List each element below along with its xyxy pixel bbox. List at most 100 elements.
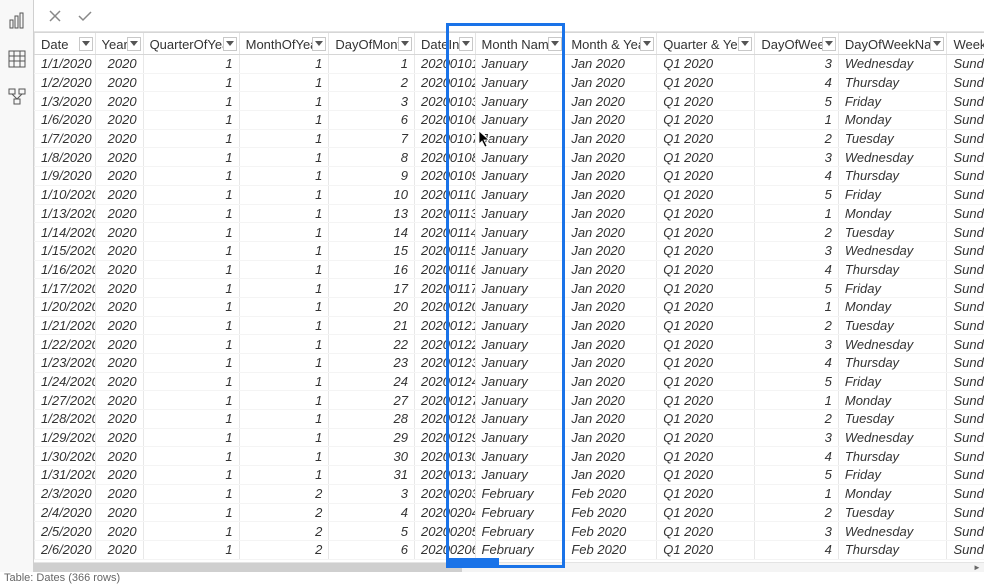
- cell-myear[interactable]: Feb 2020: [565, 540, 657, 559]
- cell-date[interactable]: 1/8/2020: [35, 148, 96, 167]
- cell-dow[interactable]: 2: [755, 223, 839, 242]
- cell-moy[interactable]: 2: [239, 540, 329, 559]
- cell-qoy[interactable]: 1: [143, 391, 239, 410]
- cell-dow[interactable]: 5: [755, 279, 839, 298]
- cell-dom[interactable]: 3: [329, 484, 415, 503]
- cell-moy[interactable]: 1: [239, 391, 329, 410]
- cell-dint[interactable]: 20200124: [415, 372, 476, 391]
- filter-dropdown-icon[interactable]: [640, 37, 654, 51]
- cell-year[interactable]: 2020: [95, 372, 143, 391]
- cell-qoy[interactable]: 1: [143, 522, 239, 541]
- cell-myear[interactable]: Jan 2020: [565, 372, 657, 391]
- table-row[interactable]: 2/5/2020202012520200205FebruaryFeb 2020Q…: [35, 522, 984, 541]
- cell-downame[interactable]: Friday: [838, 185, 947, 204]
- cell-mname[interactable]: January: [475, 428, 565, 447]
- table-row[interactable]: 2/6/2020202012620200206FebruaryFeb 2020Q…: [35, 540, 984, 559]
- cell-qyear[interactable]: Q1 2020: [657, 297, 755, 316]
- cell-myear[interactable]: Jan 2020: [565, 410, 657, 429]
- scroll-thumb[interactable]: [34, 563, 462, 572]
- cell-date[interactable]: 1/6/2020: [35, 111, 96, 130]
- cell-weekend[interactable]: Sunday, Janu: [947, 354, 984, 373]
- cell-qyear[interactable]: Q1 2020: [657, 223, 755, 242]
- cell-qoy[interactable]: 1: [143, 466, 239, 485]
- cell-dow[interactable]: 2: [755, 410, 839, 429]
- cell-dow[interactable]: 5: [755, 466, 839, 485]
- cell-qyear[interactable]: Q1 2020: [657, 428, 755, 447]
- cell-dom[interactable]: 28: [329, 410, 415, 429]
- cell-date[interactable]: 1/20/2020: [35, 297, 96, 316]
- cell-qoy[interactable]: 1: [143, 279, 239, 298]
- cell-dint[interactable]: 20200120: [415, 297, 476, 316]
- filter-dropdown-icon[interactable]: [127, 37, 141, 51]
- table-row[interactable]: 1/22/20202020112220200122JanuaryJan 2020…: [35, 335, 984, 354]
- cell-weekend[interactable]: Sunday, Febru: [947, 428, 984, 447]
- cell-moy[interactable]: 1: [239, 466, 329, 485]
- cell-date[interactable]: 1/29/2020: [35, 428, 96, 447]
- cell-moy[interactable]: 2: [239, 503, 329, 522]
- cell-moy[interactable]: 1: [239, 185, 329, 204]
- data-view-icon[interactable]: [8, 50, 26, 68]
- table-row[interactable]: 1/9/2020202011920200109JanuaryJan 2020Q1…: [35, 167, 984, 186]
- cell-qoy[interactable]: 1: [143, 335, 239, 354]
- cell-downame[interactable]: Tuesday: [838, 129, 947, 148]
- cell-year[interactable]: 2020: [95, 73, 143, 92]
- cell-dint[interactable]: 20200117: [415, 279, 476, 298]
- cell-dow[interactable]: 4: [755, 354, 839, 373]
- cell-myear[interactable]: Jan 2020: [565, 111, 657, 130]
- cell-downame[interactable]: Friday: [838, 92, 947, 111]
- cell-dow[interactable]: 4: [755, 260, 839, 279]
- cell-dint[interactable]: 20200206: [415, 540, 476, 559]
- cell-myear[interactable]: Jan 2020: [565, 55, 657, 74]
- cell-date[interactable]: 1/7/2020: [35, 129, 96, 148]
- cell-downame[interactable]: Wednesday: [838, 428, 947, 447]
- cell-moy[interactable]: 1: [239, 410, 329, 429]
- cell-qoy[interactable]: 1: [143, 111, 239, 130]
- cell-weekend[interactable]: Sunday, Febru: [947, 484, 984, 503]
- cell-downame[interactable]: Thursday: [838, 260, 947, 279]
- cell-dom[interactable]: 5: [329, 522, 415, 541]
- cell-year[interactable]: 2020: [95, 540, 143, 559]
- cell-myear[interactable]: Jan 2020: [565, 297, 657, 316]
- cell-dom[interactable]: 31: [329, 466, 415, 485]
- cell-date[interactable]: 1/23/2020: [35, 354, 96, 373]
- cell-qoy[interactable]: 1: [143, 428, 239, 447]
- cell-weekend[interactable]: Sunday, Febru: [947, 447, 984, 466]
- cell-date[interactable]: 1/1/2020: [35, 55, 96, 74]
- column-header-qoy[interactable]: QuarterOfYear: [143, 33, 239, 55]
- cell-dow[interactable]: 4: [755, 540, 839, 559]
- cell-downame[interactable]: Thursday: [838, 540, 947, 559]
- cell-downame[interactable]: Thursday: [838, 73, 947, 92]
- filter-dropdown-icon[interactable]: [822, 37, 836, 51]
- cell-dint[interactable]: 20200123: [415, 354, 476, 373]
- cell-dint[interactable]: 20200114: [415, 223, 476, 242]
- filter-dropdown-icon[interactable]: [312, 37, 326, 51]
- cell-dow[interactable]: 2: [755, 316, 839, 335]
- cell-dint[interactable]: 20200205: [415, 522, 476, 541]
- column-header-dint[interactable]: DateInt: [415, 33, 476, 55]
- cell-year[interactable]: 2020: [95, 484, 143, 503]
- cell-weekend[interactable]: Sunday, Janu: [947, 129, 984, 148]
- cell-moy[interactable]: 1: [239, 279, 329, 298]
- cell-mname[interactable]: January: [475, 447, 565, 466]
- filter-dropdown-icon[interactable]: [738, 37, 752, 51]
- cell-date[interactable]: 2/5/2020: [35, 522, 96, 541]
- cell-year[interactable]: 2020: [95, 391, 143, 410]
- cell-year[interactable]: 2020: [95, 260, 143, 279]
- cell-moy[interactable]: 1: [239, 428, 329, 447]
- cell-downame[interactable]: Monday: [838, 484, 947, 503]
- cell-qoy[interactable]: 1: [143, 372, 239, 391]
- cell-qoy[interactable]: 1: [143, 148, 239, 167]
- cell-qyear[interactable]: Q1 2020: [657, 129, 755, 148]
- table-row[interactable]: 1/13/20202020111320200113JanuaryJan 2020…: [35, 204, 984, 223]
- cell-moy[interactable]: 1: [239, 111, 329, 130]
- cell-mname[interactable]: January: [475, 410, 565, 429]
- cell-myear[interactable]: Jan 2020: [565, 447, 657, 466]
- column-header-weekend[interactable]: WeekEnding: [947, 33, 984, 55]
- cell-moy[interactable]: 1: [239, 92, 329, 111]
- cell-moy[interactable]: 1: [239, 148, 329, 167]
- cell-year[interactable]: 2020: [95, 410, 143, 429]
- cell-moy[interactable]: 1: [239, 223, 329, 242]
- cell-weekend[interactable]: Sunday, Janu: [947, 185, 984, 204]
- table-row[interactable]: 1/27/20202020112720200127JanuaryJan 2020…: [35, 391, 984, 410]
- cell-year[interactable]: 2020: [95, 223, 143, 242]
